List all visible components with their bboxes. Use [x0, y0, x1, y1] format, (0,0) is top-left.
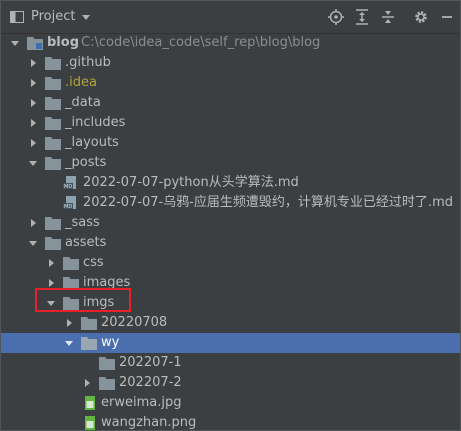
markdown-file-icon: MD — [63, 176, 76, 190]
tree-label: blog — [47, 35, 79, 50]
svg-text:MD: MD — [64, 204, 72, 210]
chevron-right-icon[interactable] — [82, 378, 92, 388]
collapse-all-icon[interactable] — [379, 8, 397, 26]
folder-icon — [99, 357, 115, 370]
locate-file-icon[interactable] — [327, 8, 345, 26]
folder-icon — [45, 117, 61, 130]
tree-label: .idea — [65, 75, 97, 90]
tree-row[interactable]: MD 2022-07-07-python从头学算法.md — [1, 173, 460, 193]
tree-row[interactable]: 20220708 — [1, 313, 460, 333]
image-file-icon — [85, 396, 95, 410]
markdown-file-icon: MD — [63, 196, 76, 210]
image-file-icon — [85, 416, 95, 430]
tree-row[interactable]: _posts — [1, 153, 460, 173]
tree-row[interactable]: erweima.jpg — [1, 393, 460, 413]
tree-row-blog[interactable]: blog C:\code\idea_code\self_rep\blog\blo… — [1, 33, 460, 53]
tree-row[interactable]: 202207-1 — [1, 353, 460, 373]
tree-row[interactable]: MD 2022-07-07-乌鸦-应届生频遭毁约，计算机专业已经过时了.md — [1, 193, 460, 213]
tree-row[interactable]: _layouts — [1, 133, 460, 153]
tree-row[interactable]: _data — [1, 93, 460, 113]
tree-label: 20220708 — [101, 315, 168, 330]
tree-row-wy-selected[interactable]: wy — [1, 333, 460, 353]
tree-label: _sass — [65, 215, 100, 230]
gear-icon[interactable] — [412, 8, 430, 26]
tree-label: _layouts — [65, 135, 119, 150]
chevron-right-icon[interactable] — [28, 118, 38, 128]
folder-icon — [45, 97, 61, 110]
tree-label: wy — [101, 335, 120, 350]
folder-icon — [63, 257, 79, 270]
project-window-icon — [10, 11, 24, 23]
tree-row[interactable]: .idea — [1, 73, 460, 93]
tree-label: 202207-1 — [119, 355, 182, 370]
svg-text:MD: MD — [64, 184, 72, 190]
folder-icon — [45, 57, 61, 70]
folder-icon — [81, 337, 97, 350]
tree-label: _includes — [65, 115, 126, 130]
tree-row[interactable]: .github — [1, 53, 460, 73]
project-tree: blog C:\code\idea_code\self_rep\blog\blo… — [1, 33, 460, 430]
tree-label: 202207-2 — [119, 375, 182, 390]
chevron-down-icon[interactable] — [28, 158, 38, 168]
folder-icon — [81, 317, 97, 330]
folder-icon — [45, 237, 61, 250]
tree-row[interactable]: css — [1, 253, 460, 273]
tree-label: assets — [65, 235, 107, 250]
chevron-down-icon[interactable] — [64, 338, 74, 348]
chevron-right-icon[interactable] — [28, 218, 38, 228]
tree-row[interactable]: 202207-2 — [1, 373, 460, 393]
tree-label: 2022-07-07-乌鸦-应届生频遭毁约，计算机专业已经过时了.md — [83, 195, 453, 210]
chevron-right-icon[interactable] — [28, 78, 38, 88]
chevron-right-icon[interactable] — [46, 258, 56, 268]
tree-row[interactable]: wangzhan.png — [1, 413, 460, 430]
chevron-down-icon[interactable] — [10, 38, 20, 48]
chevron-right-icon[interactable] — [28, 98, 38, 108]
folder-icon — [99, 377, 115, 390]
tree-label: _posts — [65, 155, 107, 170]
root-path: C:\code\idea_code\self_rep\blog\blog — [81, 35, 321, 50]
tree-row[interactable]: assets — [1, 233, 460, 253]
folder-icon — [45, 157, 61, 170]
chevron-right-icon[interactable] — [46, 278, 56, 288]
tool-window-title[interactable]: Project — [31, 9, 75, 24]
tree-label: wangzhan.png — [101, 415, 197, 430]
chevron-down-icon[interactable] — [81, 10, 91, 24]
chevron-down-icon[interactable] — [28, 238, 38, 248]
folder-icon — [45, 137, 61, 150]
tree-label: _data — [65, 95, 101, 110]
chevron-right-icon[interactable] — [28, 58, 38, 68]
tree-label: css — [83, 255, 104, 270]
module-folder-icon — [27, 37, 43, 50]
red-highlight-annotation — [35, 288, 131, 312]
tree-label: .github — [65, 55, 111, 70]
chevron-right-icon[interactable] — [28, 138, 38, 148]
folder-icon — [45, 217, 61, 230]
chevron-right-icon[interactable] — [64, 318, 74, 328]
project-tool-window: Project blog C:\code\idea_code\self_rep\… — [0, 0, 461, 431]
expand-all-icon[interactable] — [353, 8, 371, 26]
tool-window-header: Project — [1, 1, 460, 34]
tree-row[interactable]: _includes — [1, 113, 460, 133]
minimize-icon[interactable] — [438, 8, 456, 26]
tree-label: 2022-07-07-python从头学算法.md — [83, 175, 299, 190]
tree-row[interactable]: _sass — [1, 213, 460, 233]
tree-label: erweima.jpg — [101, 395, 182, 410]
folder-icon — [45, 77, 61, 90]
